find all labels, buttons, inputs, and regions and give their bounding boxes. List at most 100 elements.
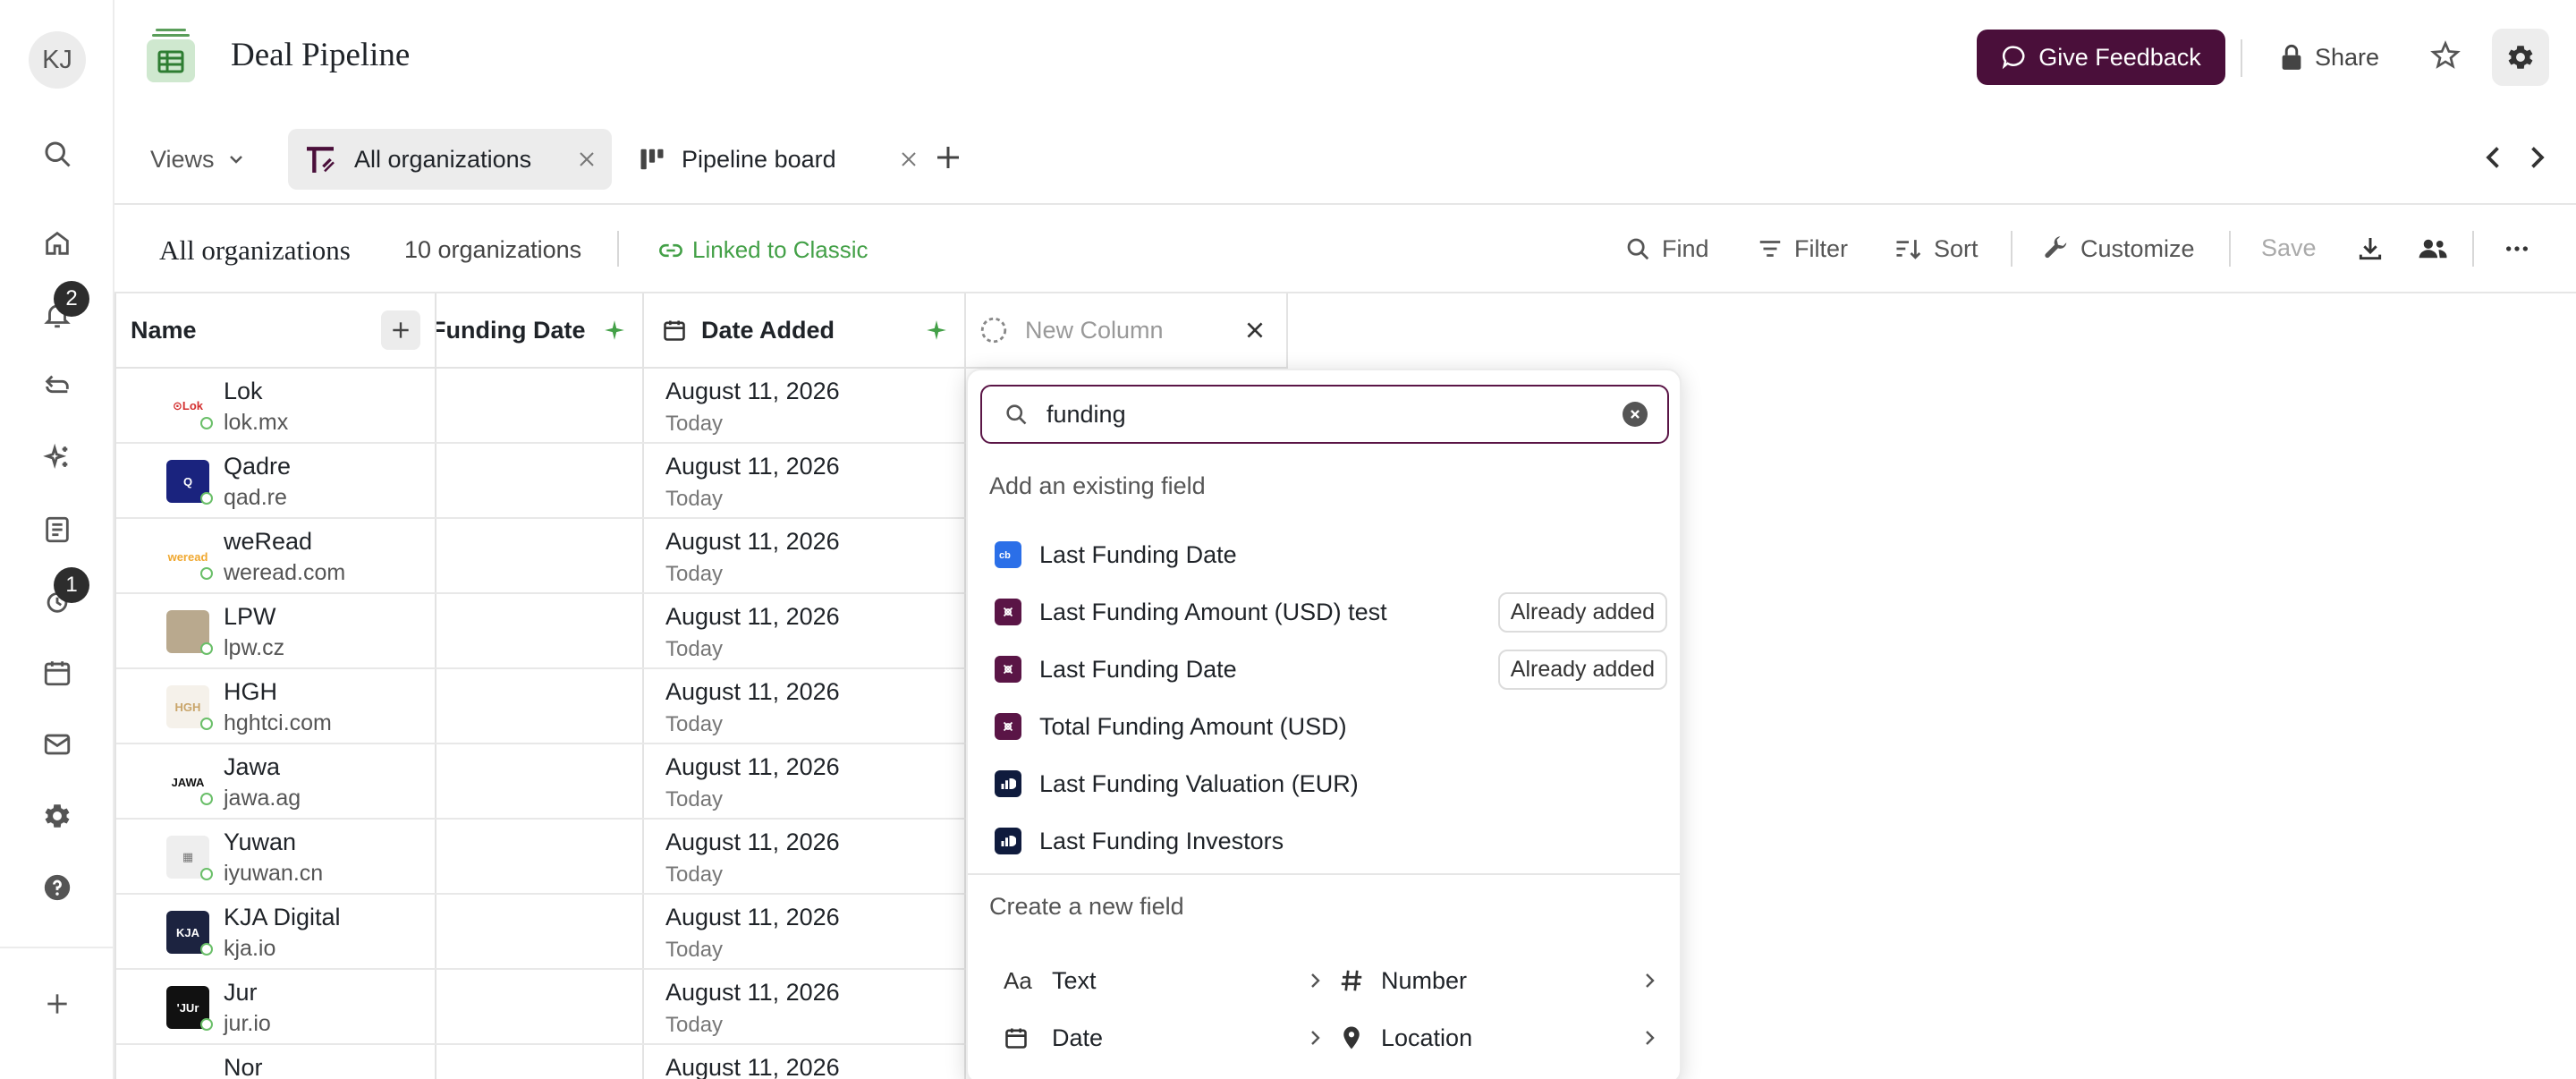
save-button[interactable]: Save xyxy=(2261,234,2317,262)
ai-sparkle-icon[interactable] xyxy=(38,438,77,478)
name-cell[interactable]: Nor xyxy=(116,1045,436,1079)
tab-all-organizations[interactable]: All organizations xyxy=(288,129,612,190)
name-cell[interactable]: ▦ Yuwan iyuwan.cn xyxy=(116,820,436,893)
favorite-star-icon[interactable] xyxy=(2429,39,2465,75)
table-row[interactable]: JAWA Jawa jawa.ag August 11, 2026 Today xyxy=(116,744,966,820)
table-row[interactable]: Nor August 11, 2026 xyxy=(116,1045,966,1079)
name-cell[interactable]: 'JUr Jur jur.io xyxy=(116,970,436,1043)
existing-field-option[interactable]: Last Funding Amount (USD) test Already ad… xyxy=(980,585,1669,639)
org-name[interactable]: KJA Digital xyxy=(224,904,341,931)
date-added-cell[interactable]: August 11, 2026 Today xyxy=(644,744,966,818)
date-added-cell[interactable]: August 11, 2026 Today xyxy=(644,895,966,968)
user-avatar[interactable]: KJ xyxy=(29,31,86,89)
find-button[interactable]: Find xyxy=(1624,231,1709,267)
tab-pipeline-board[interactable]: Pipeline board xyxy=(633,129,919,190)
table-row[interactable]: ▦ Yuwan iyuwan.cn August 11, 2026 Today xyxy=(116,820,966,895)
field-type-location[interactable]: Location xyxy=(1338,1013,1660,1063)
funding-date-cell[interactable] xyxy=(436,444,644,517)
field-search-input[interactable] xyxy=(1046,400,1583,429)
org-domain[interactable]: jur.io xyxy=(224,1011,271,1037)
org-domain[interactable]: iyuwan.cn xyxy=(224,861,323,887)
date-added-cell[interactable]: August 11, 2026 Today xyxy=(644,669,966,743)
views-dropdown[interactable]: Views xyxy=(150,140,247,179)
calendar-icon[interactable] xyxy=(38,653,77,692)
name-cell[interactable]: Q Qadre qad.re xyxy=(116,444,436,517)
org-name[interactable]: Jur xyxy=(224,979,258,1007)
table-row[interactable]: HGH HGH hghtci.com August 11, 2026 Today xyxy=(116,669,966,744)
name-cell[interactable]: HGH HGH hghtci.com xyxy=(116,669,436,743)
funding-date-cell[interactable] xyxy=(436,519,644,592)
org-domain[interactable]: jawa.ag xyxy=(224,786,301,811)
funding-date-cell[interactable] xyxy=(436,895,644,968)
org-name[interactable]: HGH xyxy=(224,678,277,706)
share-button[interactable]: Share xyxy=(2279,36,2379,79)
page-settings-button[interactable] xyxy=(2492,29,2549,86)
help-icon[interactable] xyxy=(38,868,77,907)
name-cell[interactable]: LPW lpw.cz xyxy=(116,594,436,667)
existing-field-option[interactable]: Last Funding Valuation (EUR) xyxy=(980,757,1669,811)
clear-search-icon[interactable] xyxy=(1623,402,1648,427)
name-cell[interactable]: JAWA Jawa jawa.ag xyxy=(116,744,436,818)
search-icon[interactable] xyxy=(38,134,77,174)
table-row[interactable]: weread weRead weread.com August 11, 2026 Tod… xyxy=(116,519,966,594)
funding-date-cell[interactable] xyxy=(436,594,644,667)
field-type-number[interactable]: Number xyxy=(1338,956,1660,1006)
org-domain[interactable]: hghtci.com xyxy=(224,710,332,736)
more-options-icon[interactable] xyxy=(2501,231,2533,267)
org-domain[interactable]: lok.mx xyxy=(224,410,288,436)
column-header-name[interactable]: Name xyxy=(116,293,436,369)
sort-button[interactable]: Sort xyxy=(1894,231,1979,267)
give-feedback-button[interactable]: Give Feedback xyxy=(1977,30,2225,85)
linked-to-classic-link[interactable]: Linked to Classic xyxy=(658,236,869,264)
org-name[interactable]: Lok xyxy=(224,378,263,405)
date-added-cell[interactable]: August 11, 2026 Today xyxy=(644,444,966,517)
org-name[interactable]: Jawa xyxy=(224,753,280,781)
date-added-cell[interactable]: August 11, 2026 xyxy=(644,1045,966,1079)
funding-date-cell[interactable] xyxy=(436,820,644,893)
funding-date-cell[interactable] xyxy=(436,669,644,743)
org-domain[interactable]: lpw.cz xyxy=(224,635,284,661)
date-added-cell[interactable]: August 11, 2026 Today xyxy=(644,970,966,1043)
funding-date-cell[interactable] xyxy=(436,1045,644,1079)
download-icon[interactable] xyxy=(2356,231,2385,267)
name-cell[interactable]: weread weRead weread.com xyxy=(116,519,436,592)
funding-date-cell[interactable] xyxy=(436,369,644,442)
org-name[interactable]: Yuwan xyxy=(224,828,296,856)
chevron-left-icon[interactable] xyxy=(2478,141,2513,177)
funding-date-cell[interactable] xyxy=(436,744,644,818)
close-icon[interactable] xyxy=(1243,319,1267,342)
home-icon[interactable] xyxy=(38,224,77,263)
existing-field-option[interactable]: Last Funding Date Already added xyxy=(980,642,1669,696)
org-name[interactable]: Nor xyxy=(224,1054,263,1079)
org-domain[interactable]: weread.com xyxy=(224,560,345,586)
table-row[interactable]: Q Qadre qad.re August 11, 2026 Today xyxy=(116,444,966,519)
field-search-box[interactable] xyxy=(980,385,1669,444)
table-row[interactable]: LPW lpw.cz August 11, 2026 Today xyxy=(116,594,966,669)
funding-date-cell[interactable] xyxy=(436,970,644,1043)
org-domain[interactable]: kja.io xyxy=(224,936,275,962)
add-column-button[interactable] xyxy=(381,310,420,350)
add-icon[interactable] xyxy=(38,984,77,1024)
org-domain[interactable]: qad.re xyxy=(224,485,287,511)
customize-button[interactable]: Customize xyxy=(2043,231,2195,267)
date-added-cell[interactable]: August 11, 2026 Today xyxy=(644,369,966,442)
share-users-icon[interactable] xyxy=(2417,231,2449,267)
date-added-cell[interactable]: August 11, 2026 Today xyxy=(644,519,966,592)
name-cell[interactable]: ⊙Lok Lok lok.mx xyxy=(116,369,436,442)
close-tab-icon[interactable] xyxy=(898,149,919,170)
date-added-cell[interactable]: August 11, 2026 Today xyxy=(644,594,966,667)
existing-field-option[interactable]: Total Funding Amount (USD) xyxy=(980,700,1669,753)
filter-button[interactable]: Filter xyxy=(1757,231,1848,267)
chevron-right-icon[interactable] xyxy=(2521,141,2556,177)
close-tab-icon[interactable] xyxy=(576,149,597,170)
existing-field-option[interactable]: Last Funding Investors xyxy=(980,814,1669,868)
column-header-date-added[interactable]: Date Added xyxy=(644,293,966,369)
settings-icon[interactable] xyxy=(38,796,77,836)
column-header-new-column[interactable]: New Column xyxy=(966,293,1288,369)
org-name[interactable]: Qadre xyxy=(224,453,291,480)
org-name[interactable]: weRead xyxy=(224,528,312,556)
add-view-plus-icon[interactable] xyxy=(932,141,968,177)
sync-icon[interactable] xyxy=(38,367,77,406)
column-header-funding-date[interactable]: Funding Date xyxy=(436,293,644,369)
date-added-cell[interactable]: August 11, 2026 Today xyxy=(644,820,966,893)
